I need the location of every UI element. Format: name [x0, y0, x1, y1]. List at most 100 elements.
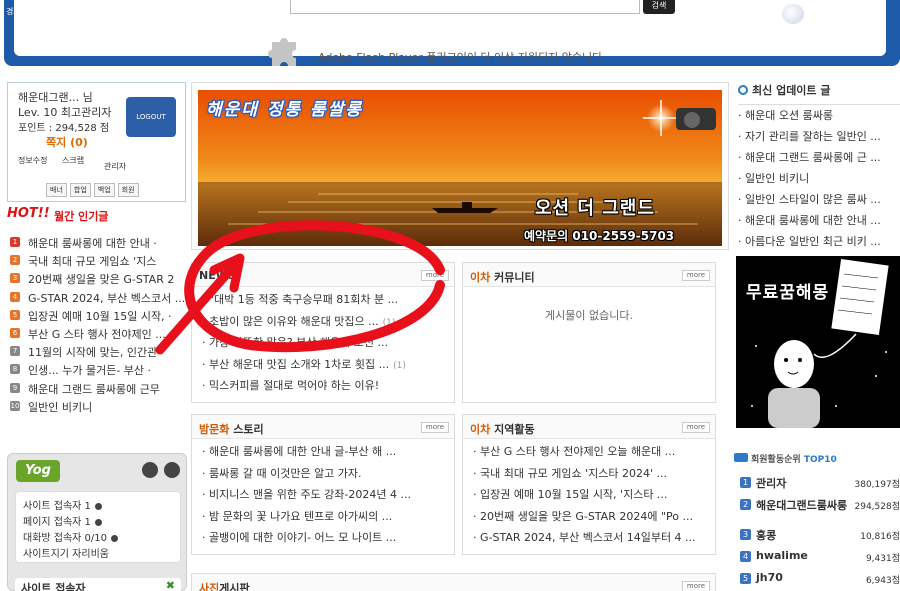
- post-item[interactable]: · 초밥이 많은 이유와 해운대 맛집으 ... (1): [202, 313, 448, 335]
- latest-updates-title: 최신 업데이트 글: [752, 84, 831, 97]
- latest-item[interactable]: · 자기 관리를 잘하는 일반인 ...: [738, 128, 900, 149]
- popular-item[interactable]: 2 국내 최대 규모 게임쇼 '지스: [8, 252, 186, 270]
- post-item[interactable]: · 20번째 생일을 맞은 G-STAR 2024에 "Po ...: [473, 508, 709, 530]
- post-item[interactable]: · 룸싸롱 갈 때 이것만은 알고 가자.: [202, 465, 448, 487]
- post-item[interactable]: · "대박 1등 적중 축구승무패 81회차 분 ...: [202, 291, 448, 313]
- backup-button[interactable]: 백업: [93, 183, 115, 197]
- popular-item[interactable]: 8 인생... 누가 물거든- 부산 ·: [8, 361, 186, 379]
- photo-board-box: 사진게시판 more: [191, 573, 716, 591]
- mypage-link[interactable]: 마이페이지: [782, 3, 892, 24]
- bullet: ·: [738, 130, 745, 143]
- post-title: 부산 G 스타 행사 전야제인 오늘 해운대 ...: [480, 445, 676, 458]
- post-item[interactable]: · 비지니스 맨을 위한 주도 강좌-2024년 4 ...: [202, 486, 448, 508]
- community-box: 이차 커뮤니티 more 게시물이 없습니다.: [462, 262, 716, 403]
- post-item[interactable]: · 부산 해운대 맛집 소개와 1차로 횟집 ... (1): [202, 356, 448, 378]
- latest-item[interactable]: · 해운대 룸싸롱에 대한 안내 ...: [738, 212, 900, 233]
- edit-profile-link[interactable]: 정보수정: [18, 156, 47, 165]
- notes-link[interactable]: 쪽지 (0): [46, 134, 88, 150]
- popular-item[interactable]: 10 일반인 비키니: [8, 398, 186, 416]
- latest-item-text: 해운대 그랜드 룸싸롱에 근 ...: [745, 151, 881, 164]
- popular-item[interactable]: 6 부산 G 스타 행사 전야제인 ...: [8, 325, 186, 343]
- news-title[interactable]: NEWS: [199, 269, 236, 282]
- member-points: 10,816점: [860, 532, 900, 542]
- community-title[interactable]: 이차 커뮤니티: [470, 269, 535, 285]
- post-item[interactable]: · 입장권 예매 10월 15일 시작, '지스타 ...: [473, 486, 709, 508]
- search-input[interactable]: [290, 0, 640, 14]
- latest-updates: 최신 업데이트 글 · 해운대 오션 룸싸롱 · 자기 관리를 잘하는 일반인 .…: [734, 82, 900, 252]
- post-item[interactable]: · 골뱅이에 대한 이야기- 어느 모 나이트 ...: [202, 529, 448, 551]
- banner-business-name: 오션 더 그랜드: [535, 198, 655, 219]
- latest-item[interactable]: · 일반인 스타일이 많은 룸싸 ...: [738, 191, 900, 212]
- rank-number-badge: 1: [740, 477, 751, 488]
- home-icon[interactable]: [142, 462, 158, 478]
- post-item[interactable]: · G-STAR 2024, 부산 벡스코서 14일부터 4 ...: [473, 529, 709, 551]
- bullet: ·: [473, 488, 480, 501]
- search-button[interactable]: 검색: [643, 0, 675, 14]
- latest-item[interactable]: · 해운대 그랜드 룸싸롱에 근 ...: [738, 149, 900, 170]
- banner-button[interactable]: 배너: [46, 183, 67, 197]
- news-more-button[interactable]: more: [421, 270, 449, 281]
- login-box: 해운대그랜... 님 Lev. 10 최고관리자 포인트 : 294,528 점…: [7, 82, 186, 202]
- photo-board-title[interactable]: 사진게시판: [199, 580, 250, 591]
- comment-count: (1): [382, 317, 396, 328]
- region-box: 이차 지역활동 more · 부산 G 스타 행사 전야제인 오늘 해운대 ..…: [462, 414, 716, 555]
- rank-number-badge: 8: [10, 364, 20, 375]
- post-item[interactable]: · 부산 G 스타 행사 전야제인 오늘 해운대 ...: [473, 443, 709, 465]
- user-name[interactable]: 해운대그랜... 님: [18, 89, 93, 105]
- member-points: 380,197점: [854, 480, 900, 490]
- post-title: G-STAR 2024, 부산 벡스코서 14일부터 4 ...: [480, 531, 696, 544]
- dream-interpretation-ad[interactable]: 무료꿈해몽: [736, 256, 900, 428]
- photo-board-title-rest: 게시판: [219, 582, 250, 591]
- latest-item[interactable]: · 해운대 오션 룸싸롱: [738, 107, 900, 128]
- nightstory-title-highlight: 밤문화: [199, 423, 230, 436]
- main-banner[interactable]: 해운대 정통 룸쌀롱 오션 더 그랜드 예약문의 010-2559-5703: [191, 82, 729, 250]
- popular-item[interactable]: 9 해운대 그랜드 룸싸롱에 근무: [8, 380, 186, 398]
- photo-board-more-button[interactable]: more: [682, 581, 710, 591]
- popular-item-text: 해운대 룸싸롱에 대한 안내 ·: [28, 237, 157, 250]
- post-item[interactable]: · 해운대 룸싸롱에 대한 안내 글-부산 해 ...: [202, 443, 448, 465]
- bullet: ·: [738, 214, 745, 227]
- photo-board-title-highlight: 사진: [199, 582, 220, 591]
- page-visitors[interactable]: 페이지 접속자 1: [23, 513, 102, 528]
- post-title: 해운대 룸싸롱에 대한 안내 글-부산 해 ...: [209, 445, 397, 458]
- settings-icon[interactable]: [164, 462, 180, 478]
- post-title: 입장권 예매 10월 15일 시작, '지스타 ...: [480, 488, 668, 501]
- region-title[interactable]: 이차 지역활동: [470, 421, 535, 437]
- admin-link[interactable]: 관리자: [104, 161, 126, 172]
- nightstory-title[interactable]: 밤문화 스토리: [199, 421, 264, 437]
- popular-item[interactable]: 4 G-STAR 2024, 부산 벡스코서 ...: [8, 289, 186, 307]
- popup-button[interactable]: 합업: [69, 183, 91, 197]
- site-visitors[interactable]: 사이트 접속자 1: [23, 497, 102, 512]
- region-list: · 부산 G 스타 행사 전야제인 오늘 해운대 ... · 국내 최대 규모 게…: [473, 443, 709, 551]
- bullet: ·: [202, 509, 209, 523]
- nightstory-more-button[interactable]: more: [421, 422, 449, 433]
- post-item[interactable]: · 가장 따뜻한 말은? 부산 해운대 오션 ...: [202, 334, 448, 356]
- latest-item[interactable]: · 일반인 비키니: [738, 170, 900, 191]
- nightstory-list: · 해운대 룸싸롱에 대한 안내 글-부산 해 ... · 룸싸롱 갈 때 이것만…: [202, 443, 448, 551]
- post-item[interactable]: · 믹스커피를 절대로 먹어야 하는 이유!: [202, 377, 448, 399]
- monthly-popular-title: 월간 인기글: [54, 210, 109, 223]
- comment-count: (1): [393, 360, 406, 371]
- post-title: 밤 문화의 꽃 나가요 텐프로 아가씨의 ...: [209, 509, 393, 523]
- popular-item[interactable]: 1 해운대 룸싸롱에 대한 안내 ·: [8, 234, 186, 252]
- community-more-button[interactable]: more: [682, 270, 710, 281]
- latest-item[interactable]: · 아름다운 일반인 최근 비키 ...: [738, 233, 900, 254]
- chat-visitors[interactable]: 대화방 접속자 0/10: [23, 529, 119, 544]
- close-icon[interactable]: ✖: [166, 579, 175, 591]
- monthly-popular-list: 1 해운대 룸싸롱에 대한 안내 · 2 국내 최대 규모 게임쇼 '지스 3 20번째 …: [8, 234, 186, 416]
- post-item[interactable]: · 국내 최대 규모 게임쇼 '지스타 2024' ...: [473, 465, 709, 487]
- logout-button[interactable]: LOGOUT: [126, 97, 176, 137]
- expand-icon: [111, 534, 119, 542]
- popular-item[interactable]: 5 입장권 예매 10월 15일 시작, ·: [8, 307, 186, 325]
- scrap-link[interactable]: 스크랩: [62, 156, 84, 165]
- region-more-button[interactable]: more: [682, 422, 710, 433]
- popular-item-text: 국내 최대 규모 게임쇼 '지스: [28, 255, 157, 269]
- visitor-list-header: 사이트 접속자 ✖: [15, 578, 181, 591]
- popular-item[interactable]: 3 20번째 생일을 맞은 G-STAR 2: [8, 270, 186, 288]
- popular-item[interactable]: 7 11월의 시작에 맞는, 인간관 ·: [8, 343, 186, 361]
- post-item[interactable]: · 밤 문화의 꽃 나가요 텐프로 아가씨의 ...: [202, 508, 448, 530]
- latest-item-text: 일반인 스타일이 많은 룸싸 ...: [745, 193, 881, 206]
- flash-placeholder: Adobe Flash Player 플러그인이 더 이상 지원되지 않습니다.: [200, 30, 700, 70]
- site-logo[interactable]: Echa: [133, 0, 201, 22]
- member-button[interactable]: 회원: [117, 183, 139, 197]
